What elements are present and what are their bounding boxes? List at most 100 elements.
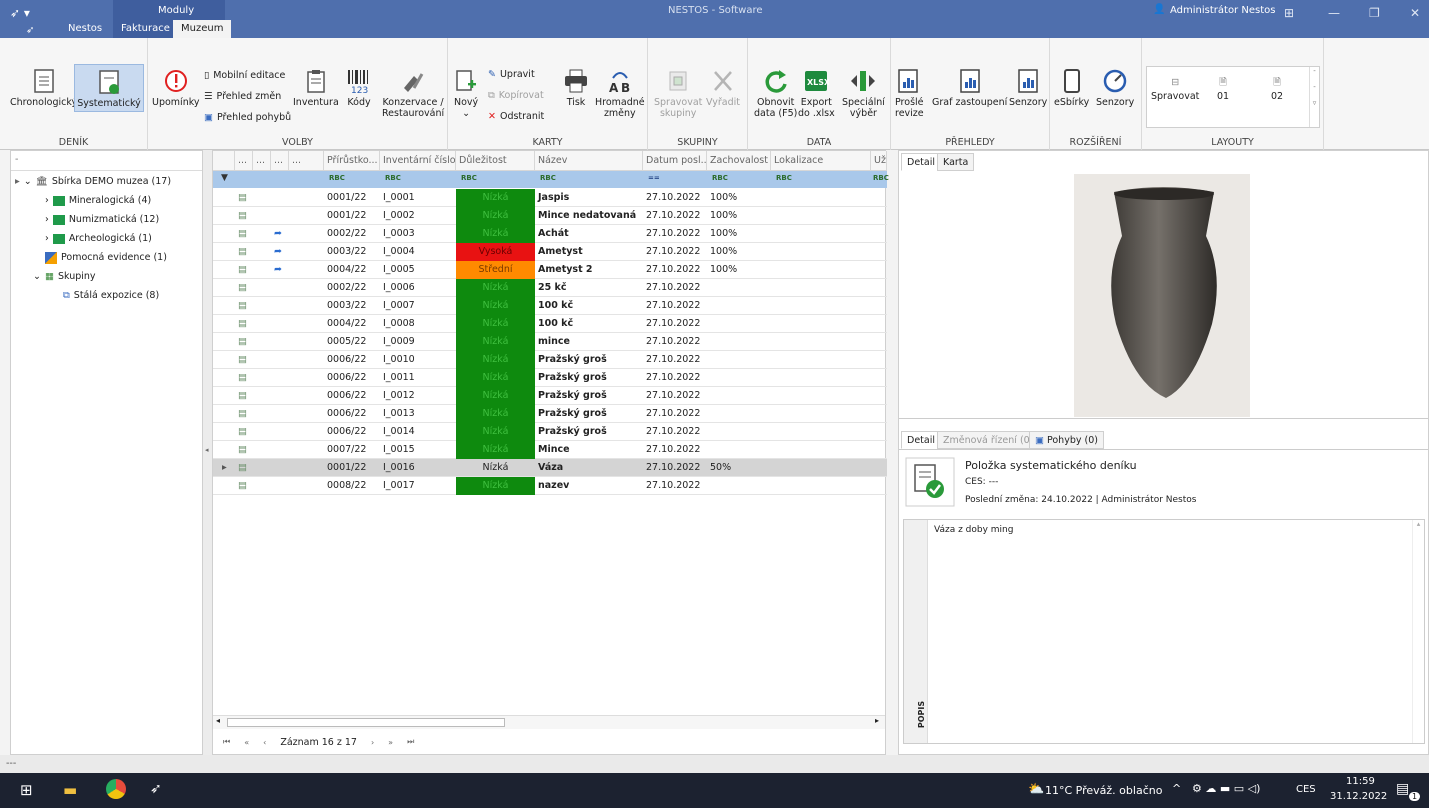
table-row[interactable]: ▤ ➦ 0003/22 I_0004 Vysoká Ametyst 27.10.2022 10… xyxy=(213,243,887,261)
prehled-pohybu-button[interactable]: ▣ Přehled pohybů xyxy=(204,112,291,123)
col-header-zachovalost[interactable]: Zachovalost xyxy=(707,151,771,171)
filter-datum[interactable]: == xyxy=(648,174,660,182)
collapse-icon[interactable]: ⌄ xyxy=(24,176,32,187)
filter-nazev[interactable]: RBC xyxy=(540,174,556,182)
upravit-button[interactable]: ✎ Upravit xyxy=(488,69,535,80)
prev-page-icon[interactable]: « xyxy=(244,738,249,747)
senzory-button[interactable]: Senzory xyxy=(1096,68,1134,108)
pin-icon[interactable]: ⊞ xyxy=(1284,6,1294,20)
vyradit-button[interactable]: Vyřadit xyxy=(706,68,740,108)
col-header-4[interactable]: ... xyxy=(289,151,324,171)
panel-splitter[interactable]: ◂ xyxy=(203,150,212,755)
table-row[interactable]: ▤ 0004/22 I_0008 Nízká 100 kč 27.10.2022 xyxy=(213,315,887,333)
expand-icon[interactable]: › xyxy=(45,214,49,225)
scroll-thumb[interactable] xyxy=(227,718,505,727)
layout-spravovat-button[interactable]: ⊟ Spravovat xyxy=(1151,77,1199,102)
tree-item-mineralogicka[interactable]: › Mineralogická (4) xyxy=(45,192,151,209)
popis-scrollbar[interactable]: ▴ xyxy=(1412,520,1424,743)
tree-item-stala-expozice[interactable]: ⧉ Stálá expozice (8) xyxy=(63,287,159,304)
tab-zmenova-rizeni[interactable]: Změnová řízení (0) xyxy=(937,431,1040,449)
novy-button[interactable]: Nový ⌄ xyxy=(454,68,478,119)
tab-karta[interactable]: Karta xyxy=(937,153,975,171)
first-page-icon[interactable]: ⏮ xyxy=(223,737,230,747)
senzory-report-button[interactable]: Senzory xyxy=(1009,68,1047,108)
col-header-datum[interactable]: Datum posl... xyxy=(643,151,707,171)
tab-muzeum[interactable]: Muzeum xyxy=(173,20,232,38)
table-row[interactable]: ▤ 0002/22 I_0006 Nízká 25 kč 27.10.2022 xyxy=(213,279,887,297)
maximize-icon[interactable]: ❐ xyxy=(1369,6,1380,20)
filter-dulezitost[interactable]: RBC xyxy=(461,174,477,182)
tisk-button[interactable]: Tisk xyxy=(563,68,589,108)
scroll-right-icon[interactable]: ▸ xyxy=(875,716,879,725)
upominky-button[interactable]: Upomínky xyxy=(152,68,200,108)
tray-icons[interactable]: ⚙ ☁ ▬ ▭ ◁) xyxy=(1192,782,1260,795)
esbirky-button[interactable]: eSbírky xyxy=(1054,68,1089,108)
specialni-vyber-button[interactable]: Speciální výběr xyxy=(842,68,885,119)
prehled-zmen-button[interactable]: ☰ Přehled změn xyxy=(204,91,281,102)
next-page-icon[interactable]: » xyxy=(388,738,393,747)
table-row[interactable]: ▤ 0006/22 I_0014 Nízká Pražský groš 27.10.202… xyxy=(213,423,887,441)
col-header-2[interactable]: ... xyxy=(253,151,271,171)
tab-pohyby[interactable]: ▣ Pohyby (0) xyxy=(1029,431,1104,449)
systematicky-button[interactable]: Systematický xyxy=(74,64,144,112)
tree-item-skupiny[interactable]: ⌄ ▦ Skupiny xyxy=(33,268,96,285)
table-row[interactable]: ▤ 0003/22 I_0007 Nízká 100 kč 27.10.2022 xyxy=(213,297,887,315)
prosle-revize-button[interactable]: Prošlé revize xyxy=(895,68,924,119)
layout-01-button[interactable]: 🗎 01 xyxy=(1217,77,1229,102)
scroll-left-icon[interactable]: ◂ xyxy=(216,716,220,725)
kody-button[interactable]: 123 Kódy xyxy=(346,68,372,108)
tray-chevron-icon[interactable]: ^ xyxy=(1172,782,1181,795)
file-explorer-icon[interactable]: ▬ xyxy=(63,781,77,799)
language-indicator[interactable]: CES xyxy=(1296,784,1316,795)
mobilni-editace-button[interactable]: ▯ Mobilní editace xyxy=(204,70,285,81)
odstranit-button[interactable]: ✕ Odstranit xyxy=(488,111,544,122)
table-row[interactable]: ▤ 0006/22 I_0013 Nízká Pražský groš 27.10.202… xyxy=(213,405,887,423)
table-row[interactable]: ▤ 0001/22 I_0001 Nízká Jaspis 27.10.2022 100% xyxy=(213,189,887,207)
filter-prirustek[interactable]: RBC xyxy=(329,174,345,182)
kopirovat-button[interactable]: ⧉ Kopírovat xyxy=(488,90,544,101)
export-xlsx-button[interactable]: XLSX Export do .xlsx xyxy=(798,68,835,119)
col-header-inventarni-cislo[interactable]: Inventární číslo xyxy=(380,151,456,171)
hromadne-zmeny-button[interactable]: AB Hromadné změny xyxy=(595,68,645,119)
next-record-icon[interactable]: › xyxy=(371,738,374,747)
expand-icon[interactable]: ▸ xyxy=(15,176,20,187)
col-header-lokalizace[interactable]: Lokalizace xyxy=(771,151,871,171)
tab-detail-bottom[interactable]: Detail xyxy=(901,431,941,449)
konzervace-button[interactable]: Konzervace / Restaurování xyxy=(382,68,444,119)
table-row[interactable]: ▤ 0006/22 I_0011 Nízká Pražský groš 27.10.202… xyxy=(213,369,887,387)
tree-item-archeologicka[interactable]: › Archeologická (1) xyxy=(45,230,152,247)
table-row[interactable]: ▤ 0006/22 I_0012 Nízká Pražský groš 27.10.202… xyxy=(213,387,887,405)
col-header-3[interactable]: ... xyxy=(271,151,289,171)
tree-item-pomocna[interactable]: Pomocná evidence (1) xyxy=(45,249,167,266)
close-icon[interactable]: ✕ xyxy=(1410,6,1420,20)
collapse-icon[interactable]: ⌄ xyxy=(33,271,41,282)
table-row[interactable]: ▤ 0007/22 I_0015 Nízká Mince 27.10.2022 xyxy=(213,441,887,459)
table-row[interactable]: ▤ 0006/22 I_0010 Nízká Pražský groš 27.10.202… xyxy=(213,351,887,369)
horizontal-scrollbar[interactable]: ◂ ▸ xyxy=(213,715,885,729)
nestos-taskbar-icon[interactable]: ➶ xyxy=(150,781,162,797)
clock-time[interactable]: 11:59 xyxy=(1346,776,1375,787)
graf-zastoupeni-button[interactable]: Graf zastoupení xyxy=(932,68,1007,108)
table-row[interactable]: ▸ ▤ 0001/22 I_0016 Nízká Váza 27.10.2022 50% xyxy=(213,459,887,477)
last-page-icon[interactable]: ⏭ xyxy=(407,737,414,747)
layout-02-button[interactable]: 🗎 02 xyxy=(1271,77,1283,102)
tab-detail-top[interactable]: Detail xyxy=(901,153,941,171)
weather-text[interactable]: 11°C Převáž. oblačno xyxy=(1045,784,1162,797)
col-header-dulezitost[interactable]: Důležitost xyxy=(456,151,535,171)
filter-zachovalost[interactable]: RBC xyxy=(712,174,728,182)
prev-record-icon[interactable]: ‹ xyxy=(263,738,266,747)
notification-icon[interactable]: ▤ xyxy=(1396,781,1409,797)
table-row[interactable]: ▤ 0005/22 I_0009 Nízká mince 27.10.2022 xyxy=(213,333,887,351)
tab-fakturace[interactable]: Fakturace xyxy=(113,20,178,38)
col-header-1[interactable]: ... xyxy=(235,151,253,171)
splitter-arrow-icon[interactable]: ◂ xyxy=(205,446,209,454)
spravovat-skupiny-button[interactable]: Spravovat skupiny xyxy=(654,68,702,119)
filter-icon[interactable]: ▼ xyxy=(221,173,228,183)
filter-lokalizace[interactable]: RBC xyxy=(776,174,792,182)
table-row[interactable]: ▤ ➦ 0002/22 I_0003 Nízká Achát 27.10.2022 100% xyxy=(213,225,887,243)
windows-start-icon[interactable]: ⊞ xyxy=(20,781,33,799)
table-row[interactable]: ▤ ➦ 0004/22 I_0005 Střední Ametyst 2 27.10.202… xyxy=(213,261,887,279)
tree-item-sbirka[interactable]: ▸ ⌄ 🏛 Sbírka DEMO muzea (17) xyxy=(15,173,171,190)
clock-date[interactable]: 31.12.2022 xyxy=(1330,791,1387,802)
table-row[interactable]: ▤ 0008/22 I_0017 Nízká nazev 27.10.2022 xyxy=(213,477,887,495)
